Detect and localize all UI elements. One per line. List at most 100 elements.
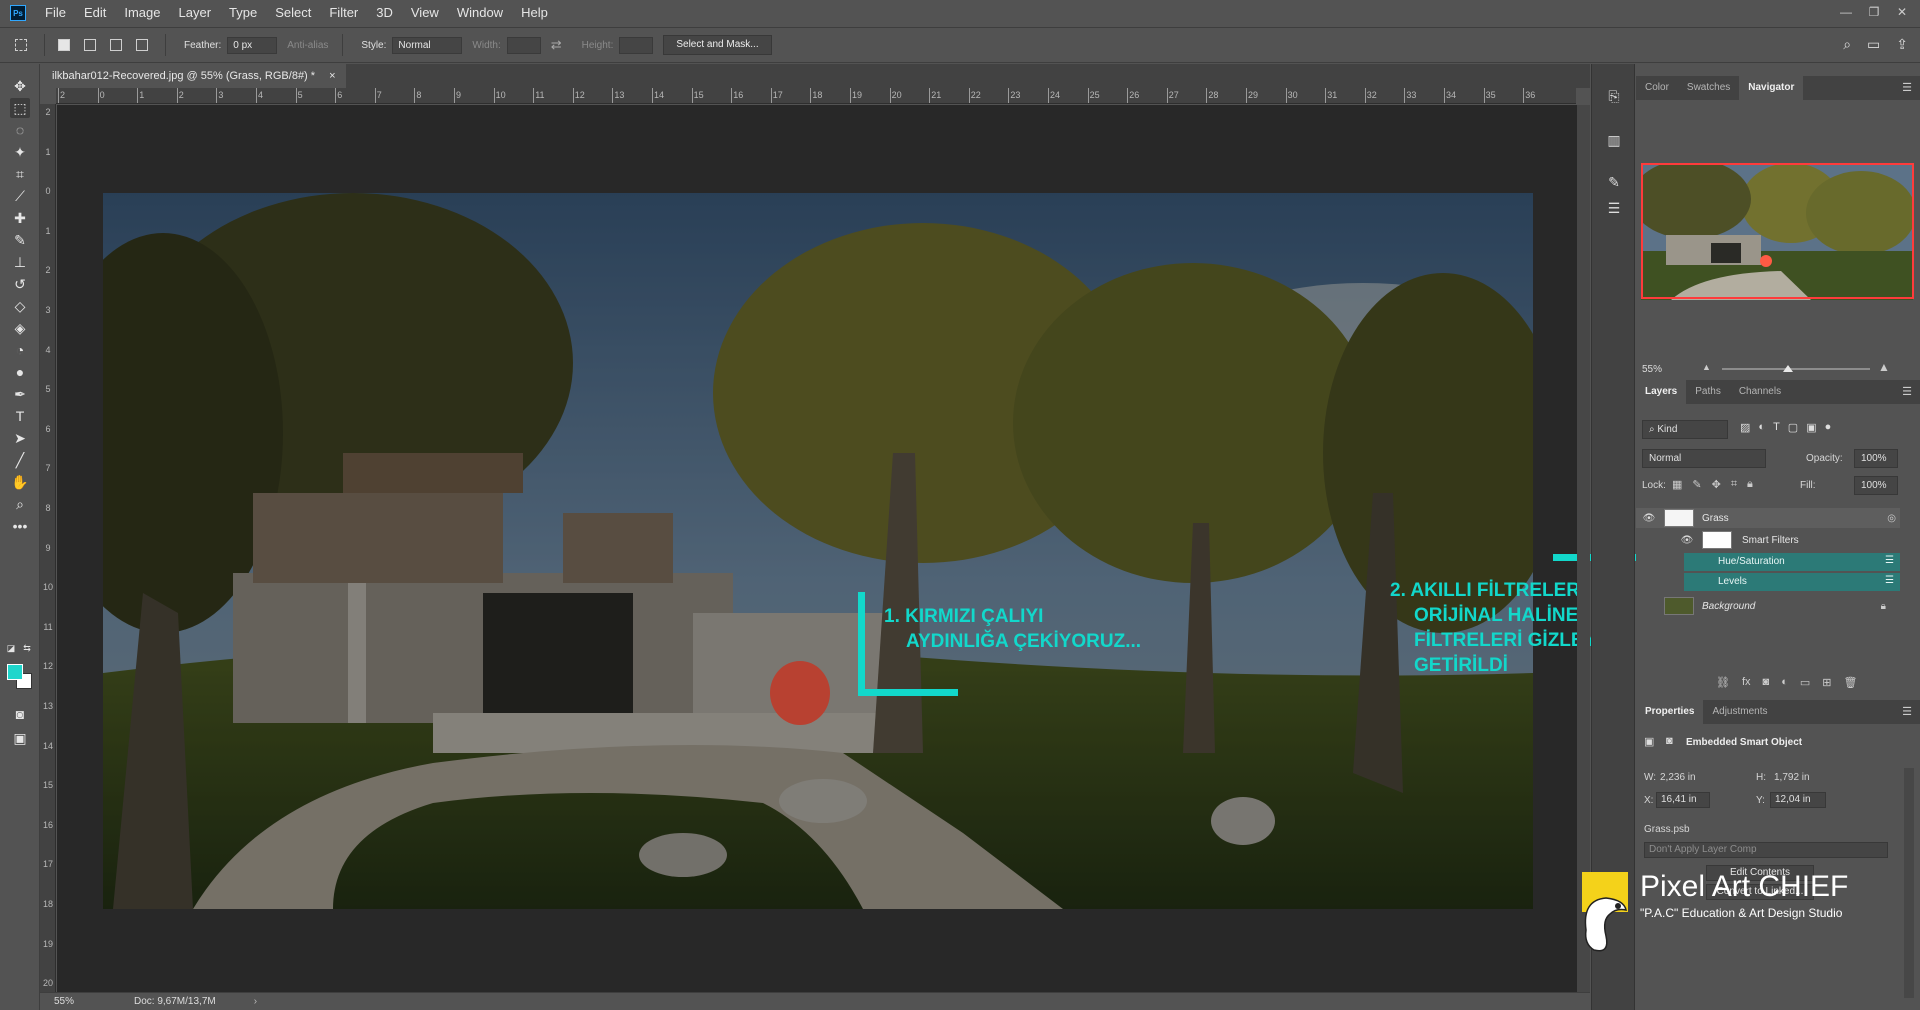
tab-layers[interactable]: Layers (1636, 380, 1687, 404)
search-icon[interactable]: ⌕ (1843, 36, 1851, 53)
layer-name-grass[interactable]: Grass (1702, 513, 1729, 524)
lock-transparency-icon[interactable]: ▦ (1672, 478, 1682, 491)
filter-row-hue-saturation[interactable]: Hue/Saturation ☰ (1684, 553, 1900, 571)
tab-swatches[interactable]: Swatches (1678, 76, 1739, 100)
new-adjustment-icon[interactable]: ◐ (1781, 676, 1788, 689)
foreground-color-swatch[interactable] (7, 664, 23, 680)
crop-tool-icon[interactable]: ⌗ (10, 164, 30, 184)
zoom-slider-knob[interactable] (1783, 365, 1793, 372)
line-tool-icon[interactable]: ╱ (10, 450, 30, 470)
default-colors-icon[interactable]: ◪ (4, 638, 18, 658)
antialias-checkbox[interactable]: Anti-alias (287, 40, 328, 51)
navigator-view-box[interactable] (1641, 163, 1914, 299)
healing-brush-tool-icon[interactable]: ✚ (10, 208, 30, 228)
zoom-level[interactable]: 55% (54, 996, 134, 1007)
tab-paths[interactable]: Paths (1686, 380, 1730, 404)
panel-menu-icon[interactable]: ☰ (1902, 705, 1912, 718)
feather-input[interactable]: 0 px (227, 36, 278, 54)
fill-input[interactable]: 100% (1854, 476, 1898, 495)
minimize-icon[interactable]: — (1832, 0, 1860, 24)
pen-tool-icon[interactable]: ✒ (10, 384, 30, 404)
zoom-tool-icon[interactable]: ⌕ (10, 494, 30, 514)
style-select[interactable]: Normal (392, 36, 463, 54)
more-tools-icon[interactable]: ••• (10, 516, 30, 536)
opacity-input[interactable]: 100% (1854, 449, 1898, 468)
smart-object-filter-icon[interactable]: ▣ (1806, 421, 1816, 434)
close-tab-icon[interactable]: × (329, 64, 335, 88)
menu-3d[interactable]: 3D (367, 0, 402, 26)
clone-stamp-tool-icon[interactable]: ⊥ (10, 252, 30, 272)
zoom-out-icon[interactable]: ▲ (1702, 362, 1711, 372)
smart-filter-indicator-icon[interactable]: ◎ (1887, 513, 1896, 524)
link-layers-icon[interactable]: ⛓︎ (1716, 676, 1730, 689)
select-and-mask-button[interactable]: Select and Mask... (663, 35, 772, 55)
filter-row-levels[interactable]: Levels ☰ (1684, 573, 1900, 591)
adjustment-filter-icon[interactable]: ◐ (1758, 421, 1765, 434)
restore-icon[interactable]: ❐ (1860, 0, 1888, 24)
close-icon[interactable]: ✕ (1888, 0, 1916, 24)
layer-row-grass[interactable]: 👁︎ Grass ◎ (1636, 508, 1900, 528)
layer-kind-filter[interactable]: ⌕ Kind (1642, 420, 1728, 439)
move-tool-icon[interactable]: ✥ (10, 76, 30, 96)
menu-window[interactable]: Window (448, 0, 512, 26)
width-input[interactable] (506, 36, 541, 54)
document-tab[interactable]: ilkbahar012-Recovered.jpg @ 55% (Grass, … (40, 64, 346, 88)
path-selection-tool-icon[interactable]: ➤ (10, 428, 30, 448)
visibility-eye-icon[interactable]: 👁︎ (1680, 535, 1694, 546)
add-mask-icon[interactable]: ◙ (1763, 676, 1770, 689)
menu-filter[interactable]: Filter (320, 0, 367, 26)
share-icon[interactable]: ⇪ (1896, 36, 1908, 53)
filter-toggle-icon[interactable]: ● (1825, 421, 1832, 434)
subtract-selection-icon[interactable] (105, 34, 127, 56)
dodge-tool-icon[interactable]: ● (10, 362, 30, 382)
zoom-in-icon[interactable]: ▲ (1878, 360, 1890, 374)
menu-file[interactable]: File (36, 0, 75, 26)
panel-menu-icon[interactable]: ☰ (1902, 385, 1912, 398)
intersect-selection-icon[interactable] (131, 34, 153, 56)
lasso-tool-icon[interactable]: ◌ (10, 120, 30, 140)
type-filter-icon[interactable]: T (1773, 421, 1780, 434)
hand-tool-icon[interactable]: ✋ (10, 472, 30, 492)
tab-navigator[interactable]: Navigator (1739, 76, 1804, 100)
height-input[interactable] (619, 36, 654, 54)
menu-select[interactable]: Select (266, 0, 320, 26)
swap-icon[interactable]: ⇄ (551, 37, 562, 53)
eraser-tool-icon[interactable]: ◇ (10, 296, 30, 316)
blur-tool-icon[interactable]: ◔ (10, 340, 30, 360)
lock-all-icon[interactable]: 🔒︎ (1747, 478, 1753, 491)
layer-row-smart-filters[interactable]: 👁︎ Smart Filters (1636, 530, 1900, 550)
menu-edit[interactable]: Edit (75, 0, 115, 26)
vertical-scrollbar[interactable] (1577, 105, 1590, 992)
canvas-area[interactable] (57, 105, 1577, 992)
history-brush-tool-icon[interactable]: ↺ (10, 274, 30, 294)
menu-type[interactable]: Type (220, 0, 266, 26)
menu-image[interactable]: Image (115, 0, 169, 26)
lock-pixels-icon[interactable]: ✎ (1692, 478, 1701, 491)
layer-comp-select[interactable]: Don't Apply Layer Comp (1644, 842, 1888, 858)
history-icon[interactable]: ⎘ (1604, 86, 1624, 106)
fx-icon[interactable]: fx (1742, 676, 1751, 689)
workspace-icon[interactable]: ▭ (1867, 36, 1880, 53)
x-input[interactable]: 16,41 in (1656, 792, 1710, 808)
delete-layer-icon[interactable]: 🗑︎ (1843, 676, 1857, 689)
menu-help[interactable]: Help (512, 0, 557, 26)
magic-wand-tool-icon[interactable]: ✦ (10, 142, 30, 162)
tab-channels[interactable]: Channels (1730, 380, 1790, 404)
paint-bucket-tool-icon[interactable]: ◈ (10, 318, 30, 338)
document-image[interactable] (103, 193, 1533, 909)
new-selection-icon[interactable] (53, 34, 75, 56)
visibility-eye-icon[interactable]: 👁︎ (1642, 513, 1656, 524)
adjustments-icon[interactable]: ☰ (1604, 198, 1624, 218)
menu-view[interactable]: View (402, 0, 448, 26)
brush-tool-icon[interactable]: ✎ (10, 230, 30, 250)
type-tool-icon[interactable]: T (10, 406, 30, 426)
tab-properties[interactable]: Properties (1636, 700, 1704, 724)
brush-settings-icon[interactable]: ✎ (1604, 172, 1624, 192)
quick-mask-icon[interactable]: ◙ (10, 704, 30, 724)
menu-layer[interactable]: Layer (170, 0, 221, 26)
lock-artboard-icon[interactable]: ⌗ (1731, 478, 1737, 491)
blend-mode-select[interactable]: Normal (1642, 449, 1766, 468)
width-value[interactable]: 2,236 in (1660, 772, 1696, 783)
layer-name-background[interactable]: Background (1702, 601, 1755, 612)
new-layer-icon[interactable]: ⊞ (1822, 676, 1831, 689)
